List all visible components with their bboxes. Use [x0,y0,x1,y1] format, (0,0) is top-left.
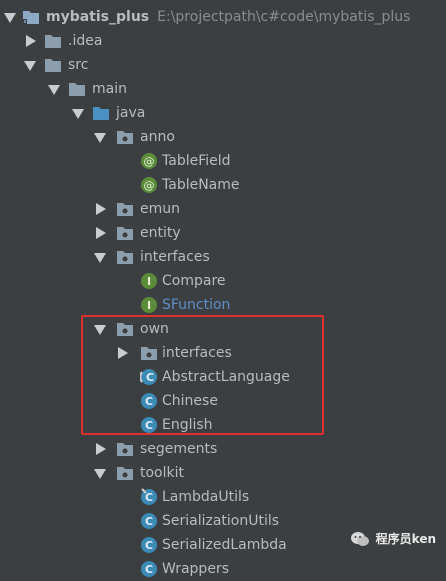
tree-item-label: SerializedLambda [162,537,287,553]
annotation-icon: @ [141,177,157,193]
folder-icon [45,35,61,48]
tree-item-label: entity [140,225,181,241]
expand-arrow-icon[interactable] [24,61,36,71]
interface-icon: I [141,273,157,289]
class-icon: C [141,488,157,505]
tree-item-label: TableName [162,177,240,193]
project-label: mybatis_plus E:\projectpath\c#code\mybati… [46,9,411,25]
package-icon [117,203,133,216]
tree-item-label: main [92,81,127,97]
annotation-icon: @ [141,153,157,169]
collapse-arrow-icon[interactable] [96,203,106,215]
svg-text:@: @ [144,179,155,192]
tree-row-compare[interactable]: I Compare [0,269,446,293]
tree-item-label: interfaces [140,249,210,265]
tree-item-label: segements [140,441,218,457]
svg-text:C: C [145,515,153,528]
watermark: 程序员ken [350,530,436,547]
class-icon: C [141,561,157,577]
svg-text:C: C [145,563,153,576]
tree-row-segements[interactable]: segements [0,437,446,461]
tree-row-lambdautils[interactable]: C LambdaUtils [0,485,446,509]
tree-item-label: anno [140,129,175,145]
folder-icon [45,59,61,72]
highlight-box [81,315,324,435]
tree-row-idea[interactable]: .idea [0,29,446,53]
package-icon [117,467,133,480]
tree-row-anno[interactable]: anno [0,125,446,149]
tree-row-root[interactable]: mybatis_plus E:\projectpath\c#code\mybati… [0,5,446,29]
tree-item-label: TableField [162,153,231,169]
tree-item-label: SerializationUtils [162,513,280,529]
tree-row-wrappers[interactable]: C Wrappers [0,557,446,581]
package-icon [117,131,133,144]
class-icon: C [141,537,157,553]
expand-arrow-icon[interactable] [94,469,106,479]
svg-text:I: I [147,275,151,288]
tree-row-entity[interactable]: entity [0,221,446,245]
package-icon [117,251,133,264]
tree-row-java[interactable]: java [0,101,446,125]
tree-item-label: SFunction [162,297,231,313]
tree-row-emun[interactable]: emun [0,197,446,221]
tree-item-label: Compare [162,273,226,289]
expand-arrow-icon[interactable] [94,133,106,143]
package-icon [117,443,133,456]
collapse-arrow-icon[interactable] [26,35,36,47]
tree-row-sfunction[interactable]: I SFunction [0,293,446,317]
tree-item-label: toolkit [140,465,184,481]
module-folder-icon [23,11,39,24]
expand-arrow-icon[interactable] [4,13,16,23]
collapse-arrow-icon[interactable] [96,227,106,239]
class-icon: C [141,513,157,529]
tree-item-label: LambdaUtils [162,489,250,505]
expand-arrow-icon[interactable] [94,253,106,263]
project-tree: mybatis_plus E:\projectpath\c#code\mybati… [0,0,446,577]
tree-row-tablename[interactable]: @ TableName [0,173,446,197]
tree-row-interfaces[interactable]: interfaces [0,245,446,269]
collapse-arrow-icon[interactable] [96,443,106,455]
watermark-text: 程序员ken [375,532,436,546]
svg-text:C: C [145,491,153,504]
svg-text:I: I [147,299,151,312]
svg-text:@: @ [144,155,155,168]
interface-icon: I [141,297,157,313]
tree-row-tablefield[interactable]: @ TableField [0,149,446,173]
tree-row-main[interactable]: main [0,77,446,101]
tree-item-label: src [68,57,89,73]
tree-item-label: .idea [68,33,103,49]
tree-row-src[interactable]: src [0,53,446,77]
tree-item-label: java [116,105,146,121]
expand-arrow-icon[interactable] [48,85,60,95]
tree-item-label: Wrappers [162,561,229,577]
wechat-icon [350,531,369,546]
folder-icon [69,83,85,96]
svg-text:C: C [145,539,153,552]
expand-arrow-icon[interactable] [72,109,84,119]
source-folder-icon [93,107,109,120]
tree-row-toolkit[interactable]: toolkit [0,461,446,485]
tree-item-label: emun [140,201,180,217]
package-icon [117,227,133,240]
